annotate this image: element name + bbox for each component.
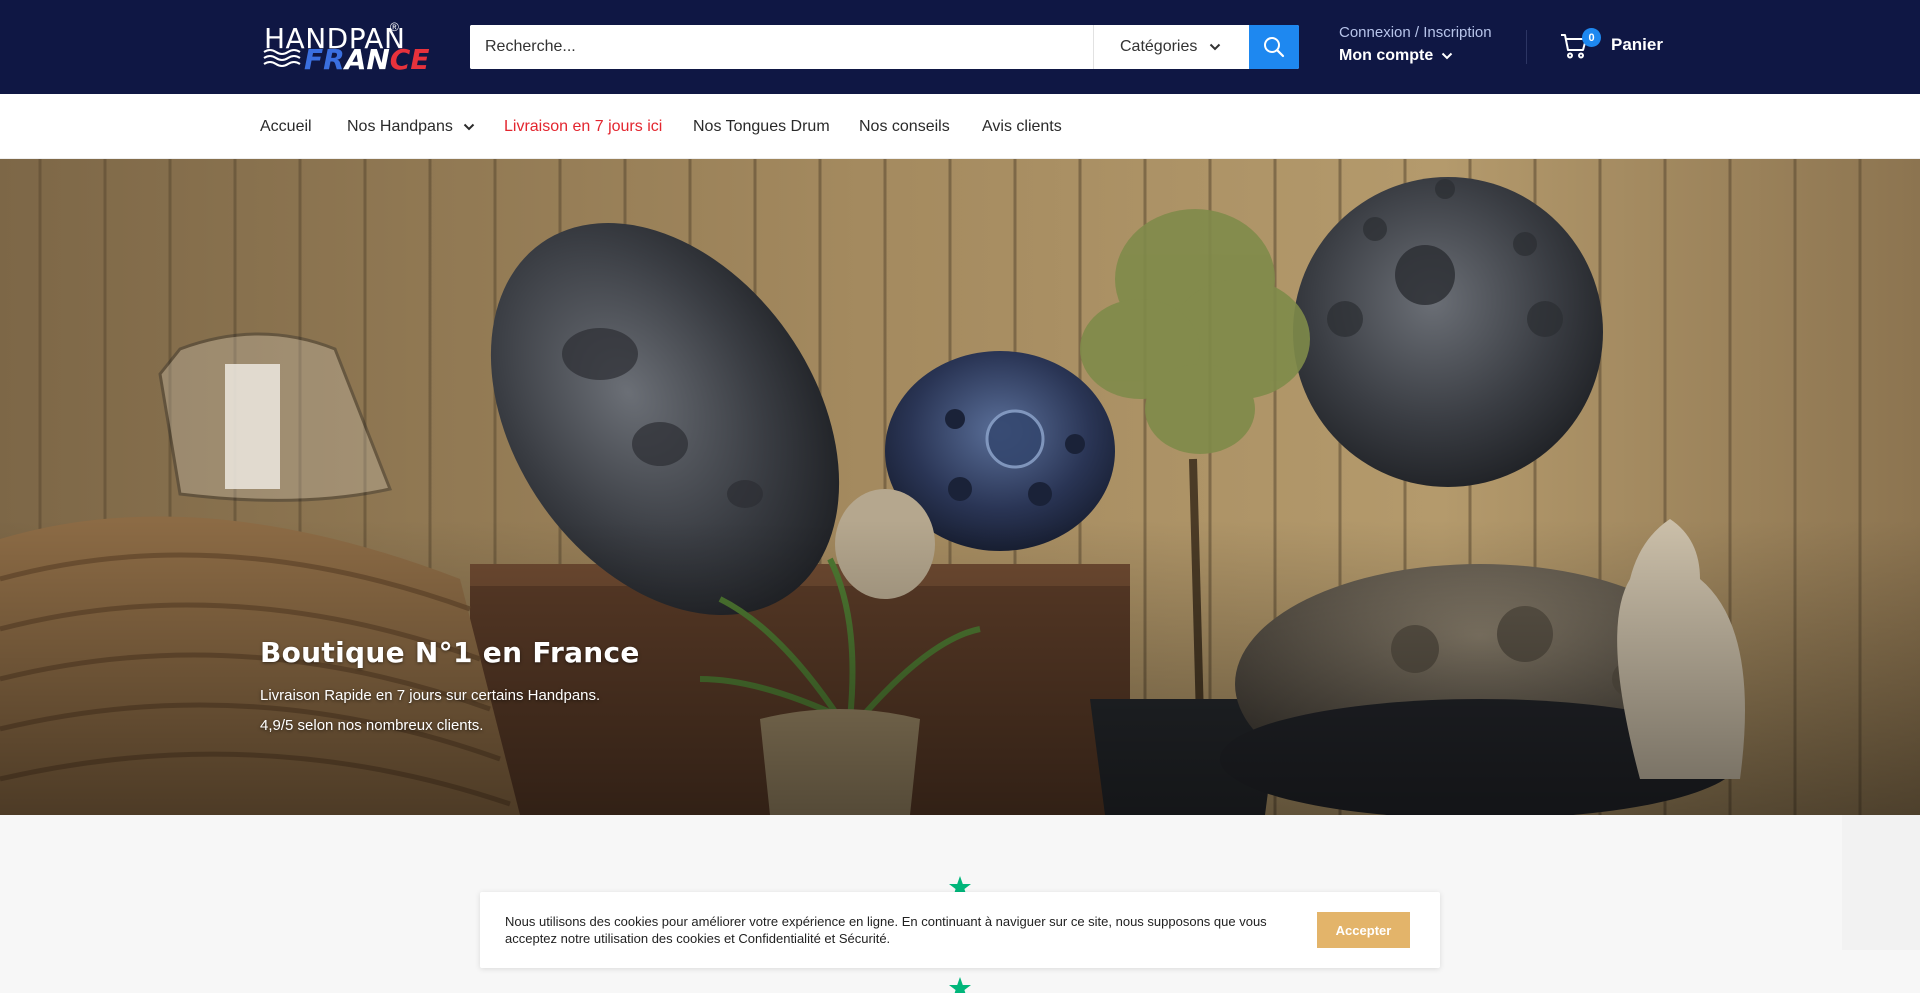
logo-line2: FRANCE <box>304 43 430 76</box>
nav-item-label: Nos conseils <box>859 118 950 135</box>
cart-icon: 0 <box>1560 28 1601 60</box>
nav-item-nos-conseils[interactable]: Nos conseils <box>859 118 950 136</box>
site-logo[interactable]: HANDPAN ® FRANCE <box>262 20 429 76</box>
nav-item-label: Avis clients <box>982 118 1062 135</box>
cart-button[interactable]: 0 Panier <box>1560 28 1663 60</box>
cookie-message: Nous utilisons des cookies pour améliore… <box>505 914 1267 946</box>
nav-item-label: Nos Handpans <box>347 118 453 135</box>
login-link[interactable]: Connexion / Inscription <box>1339 24 1492 41</box>
chevron-down-icon <box>463 118 475 136</box>
star-icon <box>949 977 971 993</box>
nav-item-livraison[interactable]: Livraison en 7 jours ici <box>504 118 662 136</box>
nav-item-nos-handpans[interactable]: Nos Handpans <box>347 118 475 136</box>
search-button[interactable] <box>1249 25 1299 69</box>
chevron-down-icon <box>1209 38 1221 56</box>
search-icon <box>1264 37 1285 58</box>
my-account-toggle[interactable]: Mon compte <box>1339 47 1492 65</box>
header-divider <box>1526 30 1527 64</box>
hero-banner: Boutique N°1 en France Livraison Rapide … <box>0 159 1920 815</box>
cart-count-badge: 0 <box>1582 28 1601 47</box>
nav-item-label: Nos Tongues Drum <box>693 118 830 135</box>
cookie-banner: Nous utilisons des cookies pour améliore… <box>480 892 1440 968</box>
hero-title: Boutique N°1 en France <box>260 636 640 669</box>
chevron-down-icon <box>1441 47 1453 65</box>
accept-cookies-button[interactable]: Accepter <box>1317 912 1410 948</box>
nav-item-accueil[interactable]: Accueil <box>260 118 312 136</box>
nav-item-avis-clients[interactable]: Avis clients <box>982 118 1062 136</box>
hero-subtitle-line2: 4,9/5 selon nos nombreux clients. <box>260 717 484 734</box>
site-header: HANDPAN ® FRANCE Catégories Connexion / … <box>0 0 1920 94</box>
cart-label: Panier <box>1611 35 1663 54</box>
categories-dropdown[interactable]: Catégories <box>1094 25 1249 69</box>
search-input[interactable] <box>470 25 1094 69</box>
categories-label: Catégories <box>1120 38 1198 55</box>
logo-waves-icon <box>263 49 301 67</box>
search-bar: Catégories <box>470 25 1299 69</box>
hero-subtitle-line1: Livraison Rapide en 7 jours sur certains… <box>260 687 601 704</box>
side-panel <box>1842 815 1920 950</box>
nav-item-tongues-drum[interactable]: Nos Tongues Drum <box>693 118 830 136</box>
nav-item-label: Accueil <box>260 118 312 135</box>
main-navigation: Accueil Nos Handpans Livraison en 7 jour… <box>0 94 1920 159</box>
my-account-label: Mon compte <box>1339 47 1434 64</box>
nav-item-label: Livraison en 7 jours ici <box>504 118 663 135</box>
logo-registered-mark: ® <box>390 20 399 34</box>
account-menu[interactable]: Connexion / Inscription Mon compte <box>1339 24 1492 65</box>
